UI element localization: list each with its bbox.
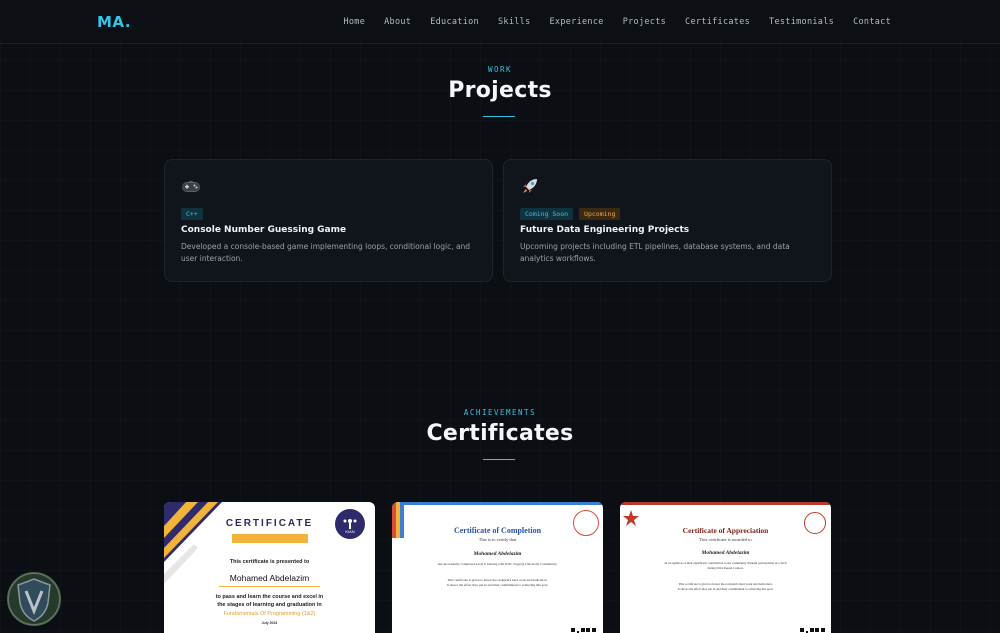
certificate-card-appreciation[interactable]: Certificate of Appreciation This certifi… — [620, 502, 831, 633]
projects-title: Projects — [448, 78, 552, 103]
tag-coming-soon: Coming Soon — [520, 208, 574, 220]
shield-watermark-icon — [4, 571, 64, 627]
cert-sub: This certificate is awarded to — [699, 537, 752, 542]
cert-presented-line: This certificate is presented to — [229, 559, 310, 565]
qr-code-icon — [800, 623, 814, 633]
top-navbar: MA. Home About Education Skills Experien… — [0, 0, 1000, 44]
cert-body-line: In recognition of their significant cont… — [664, 561, 787, 565]
cert-sub: This is to certify that — [478, 537, 517, 542]
project-description: Developed a console-based game implement… — [181, 242, 471, 263]
certificates-title-rule — [483, 459, 515, 460]
nav-links: Home About Education Skills Experience P… — [343, 17, 891, 27]
cert-body-line: has successfully completed Level 0 train… — [437, 562, 558, 566]
nav-link-education[interactable]: Education — [430, 17, 479, 27]
cert-recipient-name: Mohamed Abdelazim — [229, 573, 310, 583]
cert-ribbon — [232, 534, 308, 543]
cert-body-line: It shows the effort they put in and thei… — [677, 587, 774, 591]
project-tags: Coming Soon Upcoming — [520, 208, 621, 220]
tag-cpp: C++ — [181, 208, 203, 220]
kian-logo: KIAN — [335, 509, 365, 539]
certificates-eyebrow: ACHIEVEMENTS — [463, 408, 537, 417]
qr-code-icon — [586, 623, 596, 633]
cert-recipient-name: Mohamed Abdelazim — [473, 551, 522, 557]
cert-date: July 2024 — [261, 621, 278, 625]
cert-course-name: Fundamentals Of Programming (1&2) — [223, 611, 316, 617]
cert-body-line: during 2024 Round Contest. — [707, 566, 744, 570]
qr-code-icon — [815, 623, 825, 633]
projects-eyebrow: WORK — [487, 65, 513, 74]
nav-link-contact[interactable]: Contact — [853, 17, 891, 27]
project-title: Console Number Guessing Game — [181, 225, 347, 235]
project-description: Upcoming projects including ETL pipeline… — [520, 242, 790, 263]
certificate-card-kian[interactable]: CERTIFICATE KIAN This certificate is pre… — [164, 502, 375, 633]
rocket-icon — [520, 178, 540, 196]
nav-link-projects[interactable]: Projects — [623, 17, 666, 27]
projects-title-rule — [483, 116, 515, 117]
site-logo[interactable]: MA. — [97, 13, 131, 31]
cert-body-line: This certificate is given to honor the r… — [678, 582, 773, 586]
nav-link-about[interactable]: About — [384, 17, 411, 27]
project-card[interactable]: Coming Soon Upcoming Future Data Enginee… — [503, 159, 832, 282]
nav-link-skills[interactable]: Skills — [498, 17, 531, 27]
nav-link-testimonials[interactable]: Testimonials — [769, 17, 834, 27]
nav-link-home[interactable]: Home — [343, 17, 365, 27]
certificate-card-icpc[interactable]: Certificate of Completion This is to cer… — [392, 502, 603, 633]
cert-heading: Certificate of Completion — [453, 526, 542, 535]
cert-top-border — [392, 502, 603, 505]
kian-logo-text: KIAN — [345, 529, 355, 534]
qr-code-icon — [571, 623, 585, 633]
cert-body-line: This certificate is given to honor the r… — [447, 578, 548, 582]
cert-body-line: the stages of learning and graduation in — [217, 602, 322, 608]
project-title: Future Data Engineering Projects — [520, 225, 690, 235]
certificates-title: Certificates — [426, 421, 574, 446]
cert-top-border — [620, 502, 831, 505]
nav-link-certificates[interactable]: Certificates — [685, 17, 750, 27]
cert-body-line: It shows the effort they put in and thei… — [446, 583, 549, 587]
project-card[interactable]: C++ Console Number Guessing Game Develop… — [164, 159, 493, 282]
project-tags: C++ — [181, 208, 203, 220]
nav-link-experience[interactable]: Experience — [550, 17, 604, 27]
cert-recipient-name: Mohamed Abdelazim — [701, 550, 750, 556]
tag-upcoming: Upcoming — [579, 208, 621, 220]
gamepad-icon — [181, 178, 201, 196]
cert-name-rule — [219, 586, 320, 587]
cert-heading: Certificate of Appreciation — [682, 526, 769, 535]
cert-body-line: to pass and learn the course and excel i… — [215, 594, 324, 600]
